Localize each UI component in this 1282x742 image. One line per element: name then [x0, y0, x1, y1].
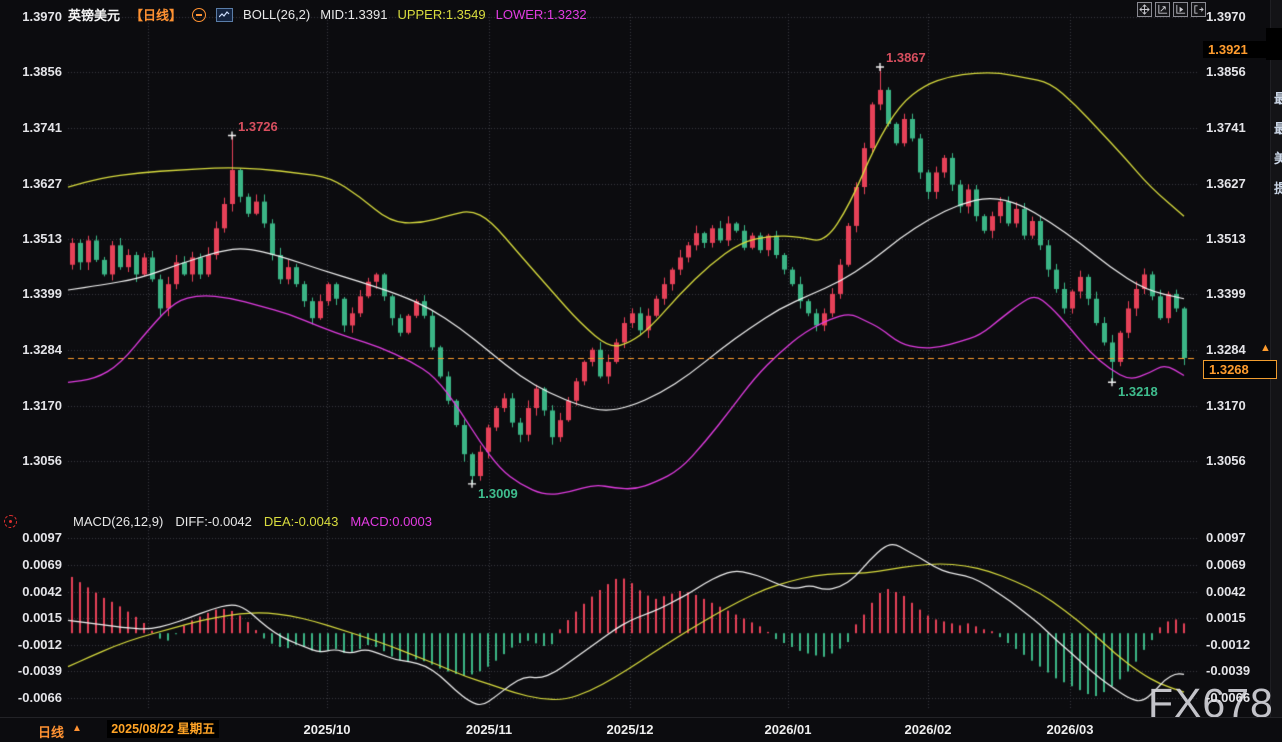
session-high-price-label: 1.3921	[1203, 41, 1273, 58]
boll-upper-value: UPPER:1.3549	[397, 7, 486, 22]
macd-tick-label: -0.0012	[17, 637, 62, 652]
price-tick-label: 1.3856	[1206, 64, 1246, 79]
price-tick-label: 1.3627	[1206, 176, 1246, 191]
period-up-arrow-icon[interactable]: ▲	[72, 723, 82, 734]
boll-lower-value: LOWER:1.3232	[495, 7, 587, 22]
x-axis-month-label: 2026/03	[1046, 722, 1094, 737]
time-axis-bar: 日线 ▲ 2025/08/22 星期五 2025/10 2025/11 2025/1…	[0, 717, 1282, 742]
macd-tick-label: -0.0039	[1206, 663, 1251, 678]
macd-tick-label: 0.0097	[1206, 530, 1246, 545]
exit-chart-icon[interactable]	[1191, 2, 1206, 17]
price-tick-label: 1.3627	[22, 176, 62, 191]
price-tick-label: 1.3056	[1206, 453, 1246, 468]
right-strip-button[interactable]: 最	[1274, 88, 1282, 107]
macd-tick-label: -0.0039	[17, 663, 62, 678]
price-tick-label: 1.3399	[22, 286, 62, 301]
last-price-label: 1.3268	[1203, 360, 1277, 379]
symbol-name: 英镑美元	[68, 8, 121, 23]
macd-diff-value: DIFF:-0.0042	[175, 514, 252, 529]
swing-high-annotation: 1.3867	[886, 50, 926, 66]
price-macd-chart-canvas[interactable]	[0, 0, 1282, 741]
macd-macd-value: MACD:0.0003	[350, 514, 432, 529]
boll-mid-value: MID:1.3391	[320, 7, 388, 22]
macd-tick-label: -0.0012	[1206, 637, 1251, 652]
price-tick-label: 1.3513	[22, 231, 62, 246]
price-tick-label: 1.3856	[22, 64, 62, 79]
right-strip-button[interactable]: 最	[1274, 118, 1282, 137]
x-axis-month-label: 2025/12	[606, 722, 654, 737]
price-tick-label: 1.3741	[1206, 120, 1246, 135]
right-strip-button[interactable]: 提	[1274, 178, 1282, 197]
period-tag: 【日线】	[130, 8, 183, 23]
x-axis-month-label: 2026/02	[904, 722, 952, 737]
swing-high-annotation: 1.3726	[238, 118, 278, 134]
price-tick-label: 1.3399	[1206, 286, 1246, 301]
macd-tick-label: 0.0015	[1206, 610, 1246, 625]
macd-tick-label: 0.0097	[22, 530, 62, 545]
price-tick-label: 1.3170	[1206, 398, 1246, 413]
macd-tick-label: 0.0069	[22, 557, 62, 572]
price-tick-label: 1.3170	[22, 398, 62, 413]
x-axis-month-label: 2026/01	[764, 722, 812, 737]
price-tick-label: 1.3741	[22, 120, 62, 135]
price-tick-label: 1.3513	[1206, 231, 1246, 246]
macd-tick-label: 0.0015	[22, 610, 62, 625]
macd-dea-value: DEA:-0.0043	[263, 514, 339, 529]
selected-date-label: 2025/08/22 星期五	[107, 720, 219, 738]
last-price-arrow-icon: ▲	[1260, 342, 1271, 354]
chart-header: 英镑美元 【日线】 BOLL(26,2) MID:1.3391 UPPER:1.…	[68, 5, 587, 24]
period-selector[interactable]: 日线	[38, 722, 64, 741]
indicator-chart-icon[interactable]	[216, 7, 234, 22]
crosshair-move-icon[interactable]	[1137, 2, 1152, 17]
axis-scale-icon[interactable]	[1155, 2, 1170, 17]
collapse-icon[interactable]	[192, 7, 207, 22]
target-dot-icon[interactable]	[4, 515, 17, 528]
right-strip-button[interactable]: 美	[1274, 148, 1282, 167]
swing-low-annotation: 1.3009	[478, 485, 518, 501]
price-tick-label: 1.3970	[1206, 9, 1246, 24]
macd-tick-label: -0.0066	[1206, 690, 1251, 705]
macd-header: MACD(26,12,9) DIFF:-0.0042 DEA:-0.0043 M…	[0, 514, 432, 529]
swing-low-annotation: 1.3218	[1118, 384, 1158, 400]
price-tick-label: 1.3284	[1206, 342, 1246, 357]
macd-tick-label: 0.0069	[1206, 557, 1246, 572]
price-tick-label: 1.3284	[22, 342, 62, 357]
x-axis-month-label: 2025/10	[303, 722, 351, 737]
price-tick-label: 1.3970	[22, 9, 62, 24]
macd-tick-label: -0.0066	[17, 690, 62, 705]
price-tick-label: 1.3056	[22, 453, 62, 468]
trading-chart-app: { "header": { "symbol": "英镑美元", "period_…	[0, 0, 1282, 742]
x-axis-month-label: 2025/11	[465, 722, 513, 737]
play-chart-icon[interactable]	[1173, 2, 1188, 17]
macd-tick-label: 0.0042	[1206, 584, 1246, 599]
macd-indicator-label: MACD(26,12,9)	[73, 514, 164, 529]
macd-tick-label: 0.0042	[22, 584, 62, 599]
boll-indicator-label: BOLL(26,2)	[243, 7, 311, 22]
chart-toolbar	[1137, 2, 1206, 17]
